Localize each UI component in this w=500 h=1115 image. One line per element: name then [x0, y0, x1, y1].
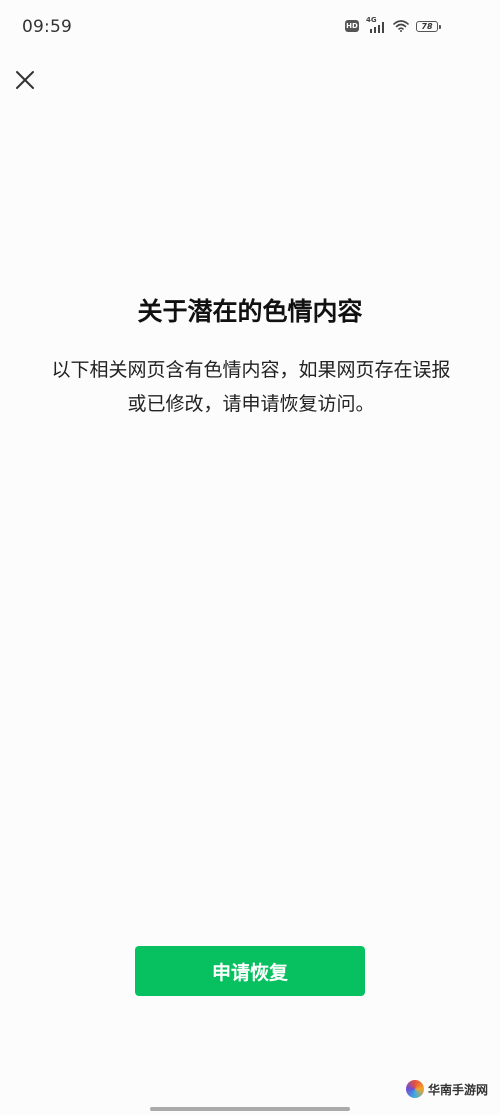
hd-icon: HD: [345, 20, 359, 32]
status-bar: 09:59 HD 4G 78: [0, 0, 500, 56]
status-time: 09:59: [22, 17, 72, 37]
page-description: 以下相关网页含有色情内容，如果网页存在误报或已修改，请申请恢复访问。: [51, 359, 451, 415]
watermark-text: 华南手游网: [427, 1082, 488, 1097]
close-button[interactable]: [10, 65, 40, 95]
battery-icon: 78: [416, 20, 441, 32]
signal-4g-icon: 4G: [366, 16, 386, 33]
close-icon[interactable]: [10, 65, 40, 95]
watermark: 华南手游网: [405, 1078, 488, 1100]
wifi-icon: [393, 20, 409, 32]
signal-bars: [370, 22, 384, 33]
watermark-logo-icon: [405, 1080, 424, 1098]
apply-restore-button[interactable]: 申请恢复: [135, 946, 365, 996]
page-title: 关于潜在的色情内容: [137, 297, 363, 326]
home-indicator[interactable]: [150, 1107, 350, 1111]
battery-level: 78: [421, 21, 433, 31]
status-icons: HD 4G 78: [345, 16, 441, 33]
